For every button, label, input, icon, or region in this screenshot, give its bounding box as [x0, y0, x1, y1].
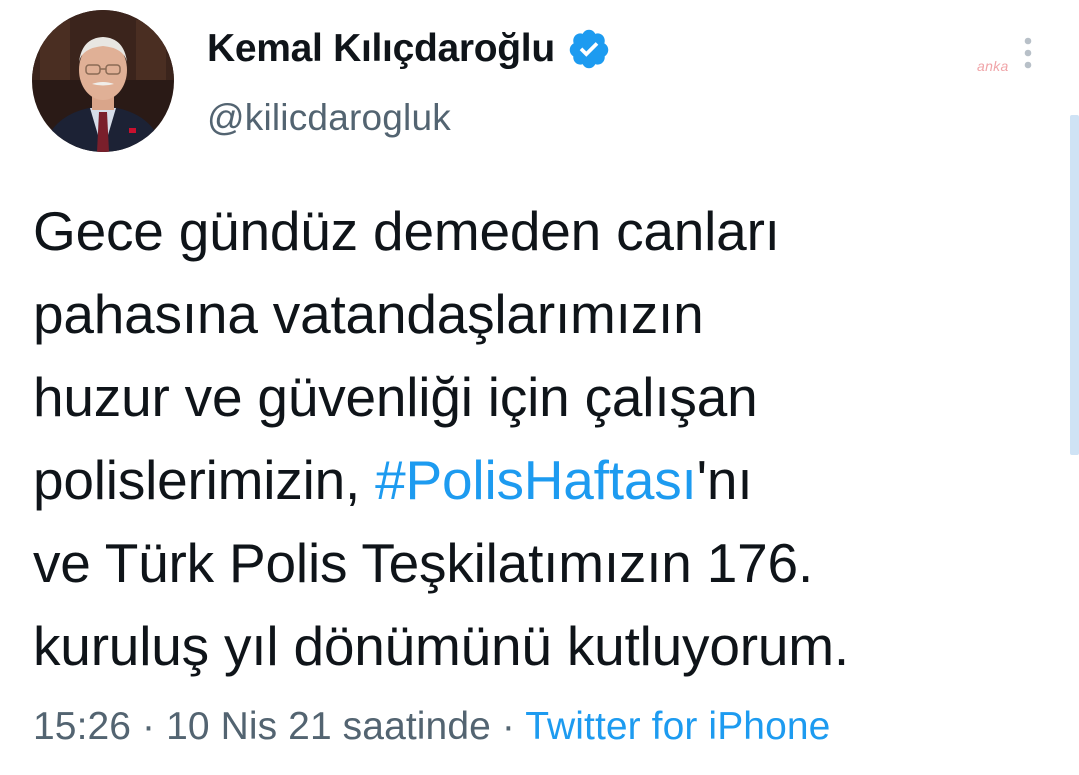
tweet-line-prefix: polislerimizin, — [33, 449, 376, 511]
meta-separator: · — [501, 705, 515, 748]
verified-badge-icon — [569, 29, 609, 69]
author-name-row[interactable]: Kemal Kılıçdaroğlu — [207, 26, 611, 72]
tweet-meta: 15:26 · 10 Nis 21 saatinde · Twitter for… — [33, 705, 830, 749]
author-handle[interactable]: @kilicdarogluk — [207, 97, 451, 139]
avatar-image — [32, 10, 174, 152]
avatar[interactable] — [32, 10, 174, 152]
tweet-line: kuruluş yıl dönümünü kutluyorum. — [33, 615, 849, 677]
tweet-line: Gece gündüz demeden canları — [33, 200, 780, 262]
tweet-line: huzur ve güvenliği için çalışan — [33, 366, 758, 428]
scrollbar[interactable] — [1070, 115, 1079, 455]
display-name[interactable]: Kemal Kılıçdaroğlu — [207, 27, 555, 71]
more-options-icon[interactable] — [1017, 34, 1039, 72]
tweet-line: polislerimizin, #PolisHaftası'nı — [33, 439, 1033, 522]
watermark: anka — [977, 58, 1009, 74]
tweet-text: Gece gündüz demeden canları pahasına vat… — [33, 190, 1033, 688]
tweet-line: ve Türk Polis Teşkilatımızın 176. — [33, 532, 814, 594]
tweet-date[interactable]: 10 Nis 21 saatinde — [166, 705, 491, 748]
meta-separator: · — [142, 705, 156, 748]
tweet-line: pahasına vatandaşlarımızın — [33, 283, 704, 345]
tweet-time[interactable]: 15:26 — [33, 705, 131, 748]
tweet-source-link[interactable]: Twitter for iPhone — [525, 705, 830, 748]
hashtag-link[interactable]: #PolisHaftası — [375, 449, 697, 511]
tweet-line-suffix: 'nı — [696, 449, 753, 511]
